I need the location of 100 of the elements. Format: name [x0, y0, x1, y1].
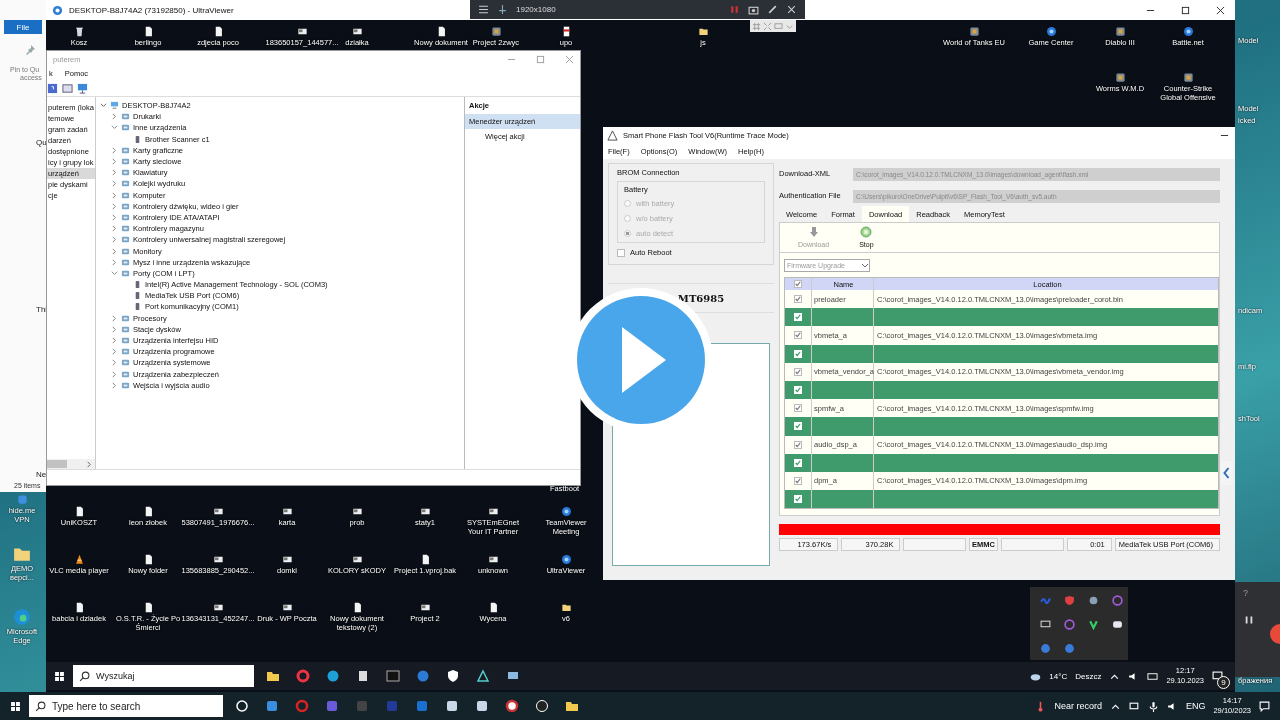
windows-icon[interactable] [54, 670, 65, 682]
image-file-icon[interactable] [487, 554, 499, 565]
stop-icon [860, 226, 873, 238]
record-icon[interactable] [535, 699, 549, 713]
checkbox[interactable] [794, 404, 802, 413]
checkbox[interactable] [794, 440, 802, 449]
device-icon [121, 179, 130, 189]
partition-row[interactable] [785, 453, 1218, 472]
ring-icon[interactable] [1064, 619, 1075, 630]
chevron-right-icon[interactable] [85, 460, 92, 468]
help-icon[interactable] [47, 82, 58, 94]
image-file-icon[interactable] [351, 26, 363, 37]
checkbox[interactable] [794, 458, 802, 467]
app-icon[interactable] [1114, 72, 1126, 83]
device-icon [121, 313, 130, 323]
device-icon [121, 145, 130, 155]
disc-icon[interactable] [1064, 643, 1075, 654]
image-file-icon[interactable] [351, 554, 363, 565]
monitor-icon[interactable] [1040, 619, 1051, 630]
image-file-icon[interactable] [351, 506, 363, 517]
app-icon[interactable] [560, 554, 572, 565]
folder-icon[interactable] [266, 669, 280, 683]
menu-icon[interactable] [478, 4, 489, 15]
app-icon[interactable] [1182, 72, 1194, 83]
nav-item[interactable]: Thi [36, 305, 48, 314]
pencil-icon[interactable] [767, 4, 778, 15]
app-icon[interactable] [560, 506, 572, 517]
app-icon[interactable] [1114, 26, 1126, 37]
app-icon[interactable] [1182, 26, 1194, 37]
folder-icon[interactable] [565, 699, 579, 713]
computer-icon [110, 101, 119, 111]
device-icon [121, 347, 130, 357]
checkbox[interactable] [794, 476, 802, 485]
terminal-icon[interactable] [386, 669, 400, 683]
keyboard-icon[interactable] [1147, 670, 1159, 682]
app-icon[interactable] [490, 26, 502, 37]
partition-row[interactable] [785, 380, 1218, 400]
image-file-icon[interactable] [419, 506, 431, 517]
image-file-icon[interactable] [296, 26, 308, 37]
triangle-logo-icon [607, 130, 618, 141]
cone-icon[interactable] [73, 554, 85, 565]
checkbox[interactable] [794, 280, 802, 288]
device-icon [121, 268, 130, 278]
search-icon [35, 700, 46, 712]
help-label[interactable]: ? [1243, 588, 1280, 598]
ring-icon[interactable] [1112, 595, 1123, 606]
image-file-icon[interactable] [281, 554, 293, 565]
triangle-icon[interactable] [476, 669, 490, 683]
image-file-icon[interactable] [487, 506, 499, 517]
notification-icon[interactable] [1212, 670, 1223, 682]
chat-icon[interactable] [1112, 619, 1123, 630]
app-icon[interactable] [1045, 26, 1057, 37]
maximize-icon[interactable] [1181, 5, 1190, 15]
close-icon[interactable] [1216, 5, 1225, 15]
file-tab[interactable]: File [4, 20, 42, 34]
wave-icon[interactable] [1040, 595, 1051, 606]
circle-icon[interactable] [235, 699, 249, 713]
empty-status-cell [1000, 538, 1064, 552]
image-file-icon[interactable] [281, 602, 293, 613]
recycle-bin-icon[interactable] [73, 26, 85, 37]
camera-icon[interactable] [748, 4, 759, 15]
image-file-icon[interactable] [212, 554, 224, 565]
console-icon[interactable] [62, 82, 73, 94]
disc-icon[interactable] [416, 669, 430, 683]
docs-icon[interactable] [356, 669, 370, 683]
partition-row[interactable] [785, 344, 1218, 363]
pause-icon[interactable] [1243, 614, 1255, 626]
app-icon[interactable] [475, 699, 489, 713]
network-icon[interactable] [1128, 700, 1140, 712]
search-field[interactable]: Type here to search [29, 695, 223, 717]
monitor-icon[interactable] [77, 82, 88, 94]
language-indicator[interactable]: ENG [1185, 701, 1206, 711]
image-file-icon[interactable] [212, 602, 224, 613]
device-icon [121, 380, 130, 390]
leaf-icon[interactable] [1088, 619, 1099, 630]
scrollbar-thumb[interactable] [47, 460, 67, 468]
microphone-icon[interactable] [1147, 700, 1159, 712]
nav-item[interactable]: Ne [36, 470, 47, 479]
checkbox[interactable] [794, 349, 802, 358]
notification-icon[interactable] [1259, 700, 1270, 712]
browser-icon[interactable] [326, 669, 340, 683]
image-file-icon[interactable] [281, 506, 293, 517]
folder-icon[interactable] [697, 26, 709, 37]
search-field[interactable]: Wyszukaj [73, 665, 254, 687]
checkbox[interactable] [794, 331, 802, 340]
app-icon[interactable] [505, 699, 519, 713]
checkbox[interactable] [794, 367, 802, 376]
checkbox[interactable] [794, 295, 802, 304]
device-icon [121, 246, 130, 256]
image-file-icon[interactable] [212, 506, 224, 517]
app-icon[interactable] [968, 26, 980, 37]
partition-row[interactable] [785, 308, 1218, 327]
browser-icon[interactable] [296, 669, 310, 683]
shield-icon[interactable] [446, 669, 460, 683]
folder-icon[interactable] [560, 602, 572, 613]
resolution-label: 1920x1080 [516, 5, 556, 14]
image-file-icon[interactable] [419, 602, 431, 613]
app-icon[interactable] [445, 699, 459, 713]
nav-item[interactable]: Qu [36, 138, 47, 147]
windows-icon[interactable] [10, 700, 21, 712]
